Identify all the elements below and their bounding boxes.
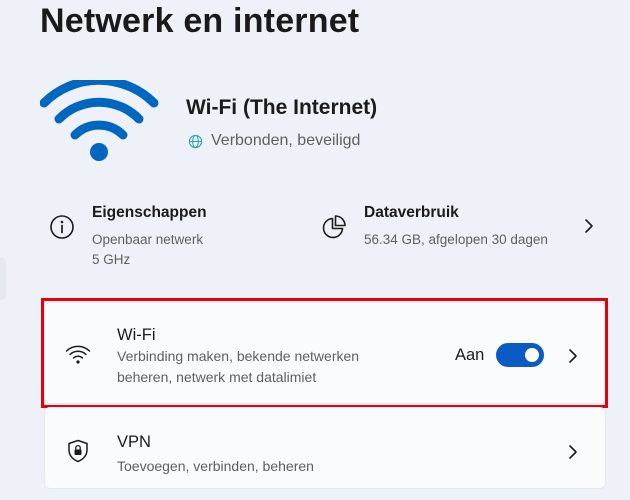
network-band: 5 GHz — [92, 252, 131, 267]
wifi-toggle-label: Aan — [455, 345, 485, 364]
wifi-signal-icon — [40, 80, 159, 161]
vpn-card-title: VPN — [117, 433, 151, 451]
wifi-icon — [65, 345, 91, 364]
page-title: Netwerk en internet — [40, 2, 360, 40]
network-name: Wi-Fi (The Internet) — [186, 96, 378, 119]
chevron-right-icon — [569, 445, 577, 459]
globe-icon — [188, 134, 203, 148]
chevron-right-icon — [585, 219, 593, 233]
wifi-card-title: Wi-Fi — [117, 326, 156, 344]
properties-link[interactable]: Eigenschappen Openbaar netwerk 5 GHz — [48, 200, 303, 280]
properties-details: Openbaar netwerk 5 GHz — [92, 230, 203, 270]
vpn-settings-card[interactable]: VPN Toevoegen, verbinden, beheren — [44, 407, 606, 489]
sidebar-edge — [0, 258, 6, 300]
data-usage-title: Dataverbruik — [364, 204, 459, 221]
toggle-knob — [525, 348, 540, 362]
network-type: Openbaar netwerk — [92, 232, 204, 247]
wifi-settings-card[interactable]: Wi-Fi Verbinding maken, bekende netwerke… — [44, 302, 606, 404]
chevron-right-icon — [569, 349, 577, 363]
vpn-card-subtitle: Toevoegen, verbinden, beheren — [117, 458, 314, 474]
data-usage-link[interactable]: Dataverbruik 56.34 GB, afgelopen 30 dage… — [320, 200, 605, 280]
shield-icon — [68, 439, 88, 463]
wifi-toggle-switch[interactable] — [496, 343, 545, 367]
info-icon — [50, 215, 74, 239]
properties-title: Eigenschappen — [92, 204, 207, 221]
connection-status-text: Verbonden, beveiligd — [211, 132, 361, 149]
wifi-toggle-group: Aan — [455, 343, 545, 367]
data-usage-detail: 56.34 GB, afgelopen 30 dagen — [364, 232, 548, 247]
wifi-card-subtitle: Verbinding maken, bekende netwerken behe… — [117, 348, 360, 385]
connection-status: Verbonden, beveiligd — [188, 132, 360, 150]
pie-chart-icon — [322, 215, 346, 239]
